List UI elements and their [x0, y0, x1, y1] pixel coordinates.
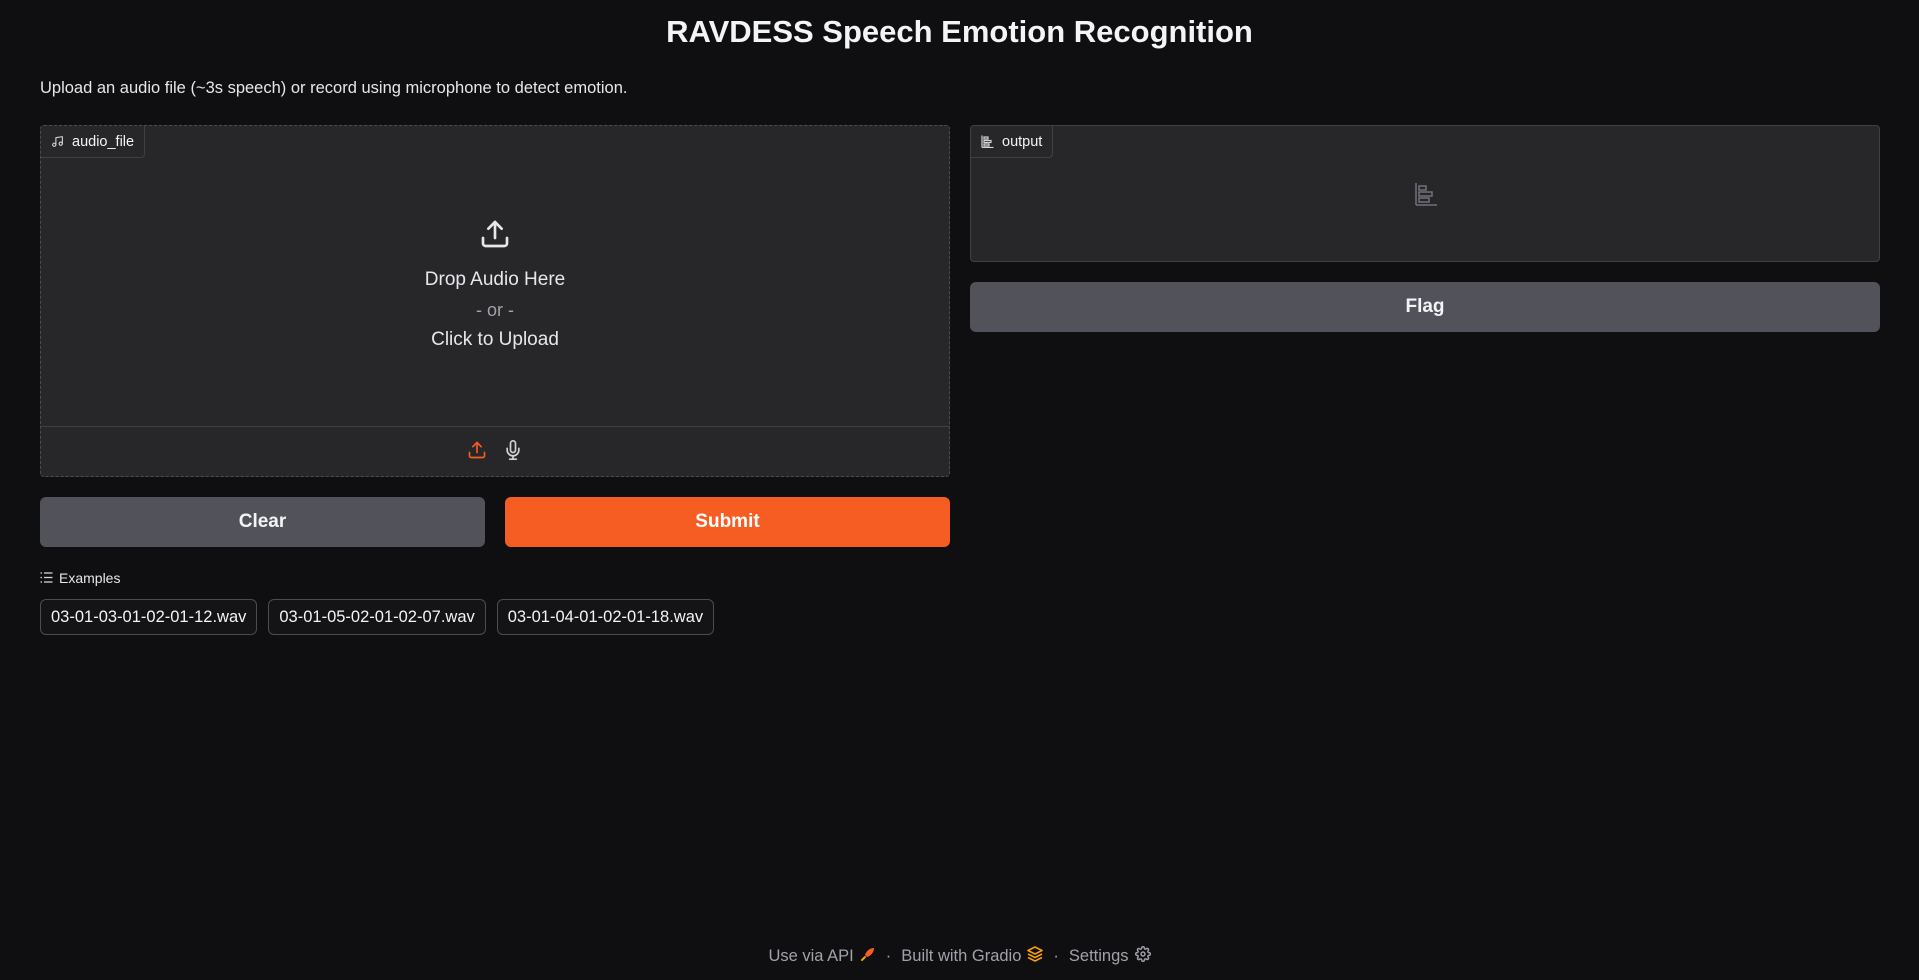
use-via-api-label: Use via API — [768, 947, 854, 965]
microphone-icon — [503, 439, 523, 466]
drop-audio-text: Drop Audio Here — [424, 269, 566, 290]
gear-icon — [1134, 945, 1151, 967]
examples-list: 03-01-03-01-02-01-12.wav 03-01-05-02-01-… — [40, 599, 715, 635]
example-item[interactable]: 03-01-04-01-02-01-18.wav — [496, 599, 715, 635]
microphone-source-button[interactable] — [502, 439, 524, 466]
audio-source-selector — [41, 426, 949, 477]
clear-button[interactable]: Clear — [40, 497, 485, 547]
built-with-gradio-label: Built with Gradio — [901, 947, 1022, 965]
list-icon — [40, 570, 53, 586]
bar-chart-icon — [981, 135, 994, 148]
output-panel: output — [970, 125, 1880, 262]
example-item[interactable]: 03-01-03-01-02-01-12.wav — [40, 599, 258, 635]
built-with-gradio-link[interactable]: Built with Gradio — [901, 946, 1044, 967]
use-via-api-link[interactable]: Use via API — [768, 946, 875, 967]
page-title: RAVDESS Speech Emotion Recognition — [666, 14, 1253, 49]
upload-source-button[interactable] — [466, 440, 488, 464]
output-label-text: output — [1002, 133, 1043, 150]
footer-separator: · — [1053, 947, 1059, 965]
upload-icon — [467, 440, 487, 465]
page-description: Upload an audio file (~3s speech) or rec… — [40, 79, 628, 97]
bar-chart-icon — [1414, 182, 1438, 211]
examples-label: Examples — [59, 570, 121, 586]
audio-file-label: audio_file — [41, 126, 146, 158]
music-note-icon — [51, 135, 64, 148]
rocket-icon — [860, 946, 876, 967]
upload-icon — [479, 218, 511, 255]
footer-separator: · — [885, 947, 892, 965]
audio-file-label-text: audio_file — [72, 133, 135, 150]
submit-button[interactable]: Submit — [505, 497, 950, 547]
audio-input-panel: Drop Audio Here - or - Click to Upload a… — [40, 125, 950, 477]
footer: Use via API · Built with Gradio · Settin… — [0, 945, 1919, 967]
gradio-logo-icon — [1027, 946, 1044, 967]
example-item[interactable]: 03-01-05-02-01-02-07.wav — [268, 599, 486, 635]
settings-link[interactable]: Settings — [1068, 945, 1151, 967]
click-to-upload-text: Click to Upload — [431, 329, 559, 350]
output-label: output — [971, 126, 1054, 158]
examples-header: Examples — [40, 570, 120, 586]
flag-button[interactable]: Flag — [970, 282, 1880, 332]
or-separator-text: - or - — [476, 300, 514, 320]
audio-upload-dropzone[interactable]: Drop Audio Here - or - Click to Upload — [41, 126, 949, 426]
settings-label: Settings — [1068, 947, 1129, 965]
